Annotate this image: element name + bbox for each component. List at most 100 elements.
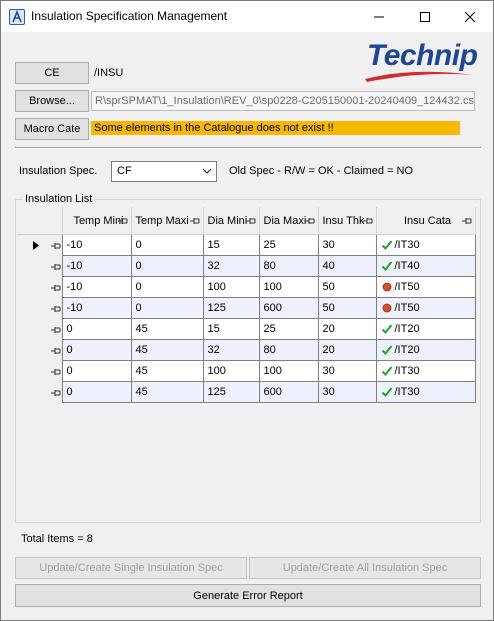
insulation-spec-select[interactable]: CF — [111, 161, 217, 182]
pin-icon[interactable] — [245, 217, 256, 225]
cell-insu-cata[interactable]: /IT30 — [375, 381, 476, 403]
pin-icon[interactable] — [51, 242, 61, 250]
cell-temp-mini[interactable]: -10 — [61, 276, 132, 298]
row-header[interactable] — [17, 255, 63, 277]
cell-insu-thk[interactable]: 20 — [317, 339, 377, 361]
cell-temp-maxi[interactable]: 45 — [130, 360, 204, 382]
cell-insu-thk[interactable]: 40 — [317, 255, 377, 277]
column-header-dia-mini[interactable]: Dia Mini — [202, 207, 260, 235]
cell-temp-mini[interactable]: 0 — [61, 381, 132, 403]
cell-insu-thk[interactable]: 50 — [317, 276, 377, 298]
row-header[interactable] — [17, 276, 63, 298]
row-header-corner — [17, 207, 62, 235]
row-header[interactable] — [17, 318, 63, 340]
cell-insu-thk[interactable]: 30 — [317, 234, 377, 256]
cell-temp-maxi[interactable]: 45 — [130, 339, 204, 361]
cell-dia-mini[interactable]: 32 — [202, 255, 260, 277]
cell-temp-maxi[interactable]: 0 — [130, 234, 204, 256]
cell-insu-cata[interactable]: /IT20 — [375, 339, 476, 361]
pin-icon[interactable] — [51, 389, 61, 397]
cell-temp-mini[interactable]: 0 — [61, 360, 132, 382]
pin-icon[interactable] — [51, 368, 61, 376]
cata-value: /IT50 — [394, 280, 420, 293]
cell-dia-mini[interactable]: 125 — [202, 297, 260, 319]
cell-dia-maxi[interactable]: 80 — [258, 255, 319, 277]
row-header[interactable] — [17, 234, 63, 256]
browse-button[interactable]: Browse... — [15, 90, 89, 112]
pin-icon[interactable] — [51, 284, 61, 292]
row-header[interactable] — [17, 339, 63, 361]
table-row[interactable]: 0 45 32 80 20/IT20 — [17, 339, 476, 361]
update-all-spec-button[interactable]: Update/Create All Insulation Spec — [249, 557, 481, 579]
cell-dia-mini[interactable]: 125 — [202, 381, 260, 403]
generate-error-report-button[interactable]: Generate Error Report — [15, 584, 481, 607]
table-row[interactable]: -10 0 15 25 30/IT30 — [17, 234, 476, 256]
cell-temp-maxi[interactable]: 0 — [130, 276, 204, 298]
file-path-field[interactable]: R\sprSPMAT\1_Insulation\REV_0\sp0228-C20… — [91, 91, 475, 111]
cell-insu-cata[interactable]: /IT20 — [375, 318, 476, 340]
table-row[interactable]: 0 45 125 600 30/IT30 — [17, 381, 476, 403]
pin-icon[interactable] — [51, 305, 61, 313]
pin-icon[interactable] — [461, 217, 472, 225]
cell-dia-mini[interactable]: 32 — [202, 339, 260, 361]
cell-temp-mini[interactable]: -10 — [61, 255, 132, 277]
cell-dia-maxi[interactable]: 25 — [258, 318, 319, 340]
cell-temp-mini[interactable]: 0 — [61, 318, 132, 340]
table-row[interactable]: -10 0 100 100 50/IT50 — [17, 276, 476, 298]
cell-insu-thk[interactable]: 30 — [317, 360, 377, 382]
column-header-insu-thk[interactable]: Insu Thk — [317, 207, 377, 235]
minimize-button[interactable] — [356, 1, 402, 32]
table-row[interactable]: 0 45 15 25 20/IT20 — [17, 318, 476, 340]
table-row[interactable]: -10 0 32 80 40/IT40 — [17, 255, 476, 277]
ce-button[interactable]: CE — [15, 62, 89, 84]
pin-icon[interactable] — [51, 326, 61, 334]
cell-dia-maxi[interactable]: 600 — [258, 381, 319, 403]
cell-dia-mini[interactable]: 100 — [202, 276, 260, 298]
column-header-temp-maxi[interactable]: Temp Maxi — [130, 207, 204, 235]
cell-insu-thk[interactable]: 50 — [317, 297, 377, 319]
pin-icon[interactable] — [304, 217, 315, 225]
table-row[interactable]: 0 45 100 100 30/IT30 — [17, 360, 476, 382]
row-header[interactable] — [17, 360, 63, 382]
cell-temp-maxi[interactable]: 45 — [130, 381, 204, 403]
cell-dia-maxi[interactable]: 100 — [258, 276, 319, 298]
pin-icon[interactable] — [51, 347, 61, 355]
cell-dia-maxi[interactable]: 25 — [258, 234, 319, 256]
cell-insu-cata[interactable]: /IT40 — [375, 255, 476, 277]
table-row[interactable]: -10 0 125 600 50/IT50 — [17, 297, 476, 319]
macro-cate-button[interactable]: Macro Cate — [15, 118, 89, 140]
pin-icon[interactable] — [362, 217, 373, 225]
close-icon — [465, 11, 475, 22]
cell-insu-cata[interactable]: /IT30 — [375, 234, 476, 256]
close-button[interactable] — [447, 1, 493, 32]
cell-dia-mini[interactable]: 100 — [202, 360, 260, 382]
cell-temp-maxi[interactable]: 0 — [130, 255, 204, 277]
cell-insu-thk[interactable]: 20 — [317, 318, 377, 340]
cell-insu-cata[interactable]: /IT30 — [375, 360, 476, 382]
cell-temp-mini[interactable]: -10 — [61, 297, 132, 319]
pin-icon[interactable] — [117, 217, 128, 225]
cell-insu-cata[interactable]: /IT50 — [375, 276, 476, 298]
cell-dia-mini[interactable]: 15 — [202, 234, 260, 256]
maximize-icon — [420, 11, 430, 22]
cell-dia-maxi[interactable]: 100 — [258, 360, 319, 382]
cell-dia-maxi[interactable]: 80 — [258, 339, 319, 361]
cell-temp-mini[interactable]: -10 — [61, 234, 132, 256]
update-single-spec-button[interactable]: Update/Create Single Insulation Spec — [15, 557, 247, 579]
cell-temp-maxi[interactable]: 0 — [130, 297, 204, 319]
cell-temp-maxi[interactable]: 45 — [130, 318, 204, 340]
column-header-insu-cata[interactable]: Insu Cata — [375, 207, 476, 235]
insulation-grid[interactable]: Temp Mini Temp Maxi Dia Mini Dia Maxi In… — [17, 207, 479, 521]
cell-insu-thk[interactable]: 30 — [317, 381, 377, 403]
cell-insu-cata[interactable]: /IT50 — [375, 297, 476, 319]
cell-dia-maxi[interactable]: 600 — [258, 297, 319, 319]
column-header-dia-maxi[interactable]: Dia Maxi — [258, 207, 319, 235]
row-header[interactable] — [17, 297, 63, 319]
cell-temp-mini[interactable]: 0 — [61, 339, 132, 361]
pin-icon[interactable] — [189, 217, 200, 225]
cell-dia-mini[interactable]: 15 — [202, 318, 260, 340]
column-header-temp-mini[interactable]: Temp Mini — [61, 207, 132, 235]
row-header[interactable] — [17, 381, 63, 403]
pin-icon[interactable] — [51, 263, 61, 271]
maximize-button[interactable] — [402, 1, 448, 32]
